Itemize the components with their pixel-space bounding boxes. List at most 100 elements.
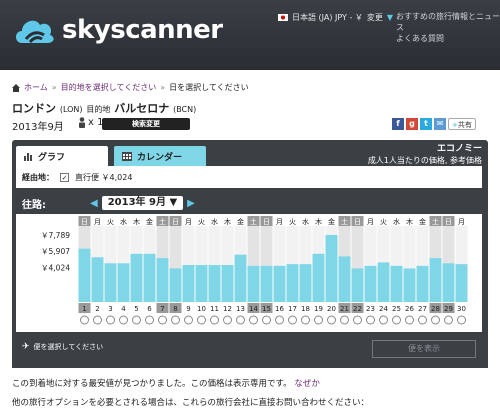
change-link[interactable]: 変更 [367,12,383,23]
info-message-2: 他の旅行オプションを必要とされる場合は、これらの旅行会社に直接お問い合わせくださ… [12,398,370,408]
twitter-icon[interactable]: t [420,118,432,130]
breadcrumb-destination[interactable]: 目的地を選択してください [61,82,157,93]
day-radio [223,315,232,325]
weekday-label: 月 [185,218,192,226]
weekday-label: 火 [380,218,387,226]
price-bar-day-18[interactable] [299,264,312,302]
breadcrumb-separator-icon: » [51,83,57,92]
price-bar-day-10[interactable] [195,265,208,302]
cabin-class: エコノミー [436,144,482,154]
price-bar-day-6[interactable] [143,253,156,302]
tab-graph[interactable]: グラフ [16,146,108,166]
day-radio [366,315,375,325]
weekday-label: 水 [302,217,309,226]
outbound-label: 往路: [22,199,46,211]
show-flights-button[interactable]: 便を表示 [372,340,476,358]
day-number: 1 [82,305,86,313]
month-select-value: 2013年 9月 [107,197,166,208]
price-bar-day-29[interactable] [442,263,455,302]
price-bar-day-4[interactable] [117,263,130,302]
direct-price-label: 直行便 ￥4,024 [75,172,133,182]
change-search-button[interactable]: 検索変更 [102,118,190,130]
day-number: 30 [457,305,466,313]
breadcrumb-home[interactable]: ホーム [24,82,48,93]
price-bar-day-3[interactable] [104,263,117,302]
price-bar-day-8[interactable] [169,268,182,302]
search-month: 2013年9月 [12,122,64,133]
price-bar-day-25[interactable] [390,265,403,302]
weekday-label: 日 [445,218,452,226]
price-bar-day-28[interactable] [429,258,442,302]
day-radio [379,315,388,325]
language-label: 日本語 (JA) JPY - ￥ [292,13,363,22]
weekday-label: 水 [120,217,127,226]
facebook-icon[interactable]: f [392,118,404,130]
person-icon [79,117,85,128]
why-link[interactable]: なぜか [294,379,320,389]
origin-city: ロンドン [12,102,56,115]
price-chart: 日 1 月 2 火 3 水 4 木 5 金 6 土 7 日 8 月 9 火 10 水 11 木 12 金 13 土 14 日 15 月 16 火… [16,214,482,332]
email-icon[interactable]: ✉ [434,118,446,130]
route-label: 経由地： [22,172,54,182]
weekday-label: 木 [315,217,322,226]
next-month-icon[interactable]: ▶ [187,198,195,209]
language-selector[interactable]: 日本語 (JA) JPY - ￥ 変更 ▼ [278,12,393,23]
day-number: 29 [444,305,453,313]
month-select[interactable]: 2013年 9月 ▼ [101,196,184,210]
price-bar-day-23[interactable] [364,265,377,302]
fare-info: エコノミー 成人1人当たりの価格, 参考価格 [330,143,482,166]
return-selector: ✈ 便を選択してください [22,342,103,352]
price-bar-day-20[interactable] [325,234,338,302]
price-bar-day-26[interactable] [403,268,416,302]
skyscanner-logo[interactable]: skyscanner [12,13,223,47]
price-bar-day-13[interactable] [234,254,247,302]
day-radio [288,315,297,325]
price-bar-day-17[interactable] [286,264,299,302]
prev-month-icon[interactable]: ◀ [90,198,98,209]
tab-calendar[interactable]: カレンダー [114,146,206,166]
weekday-label: 金 [419,217,426,226]
price-bar-day-21[interactable] [338,256,351,302]
day-number: 8 [173,305,177,313]
return-label: 便を選択してください [33,343,104,351]
direct-checkbox[interactable]: ✓ [60,172,69,182]
weekday-label: 日 [354,218,361,226]
price-bar-day-12[interactable] [221,265,234,302]
price-bar-day-16[interactable] [273,265,286,302]
day-number: 2 [95,305,99,313]
weekday-label: 火 [107,218,114,226]
price-bar-day-14[interactable] [247,265,260,302]
price-bar-day-19[interactable] [312,253,325,302]
japan-flag-icon [278,14,288,21]
google-plus-icon[interactable]: g [406,118,418,130]
travel-news-link[interactable]: おすすめの旅行情報とニュース [396,11,500,33]
price-bar-day-1[interactable] [78,248,91,302]
price-bar-day-15[interactable] [260,265,273,302]
weekday-label: 月 [276,218,283,226]
day-radio [340,315,349,325]
route-title: ロンドン (LON) 目的地 バルセロナ (BCN) [12,100,196,116]
breadcrumb-separator-icon: » [160,83,166,92]
day-number: 17 [288,305,297,313]
price-bar-day-27[interactable] [416,265,429,302]
price-bar-day-30[interactable] [455,264,468,302]
price-chart-svg: 日 1 月 2 火 3 水 4 木 5 金 6 土 7 日 8 月 9 火 10 水 11 木 12 金 13 土 14 日 15 月 16 火… [41,216,468,325]
price-bar-day-2[interactable] [91,257,104,302]
day-radio [418,315,427,325]
share-button[interactable]: +共有 [448,118,476,130]
price-bar-day-11[interactable] [208,265,221,302]
price-bar-day-5[interactable] [130,253,143,302]
price-bar-day-7[interactable] [156,258,169,302]
brand-name: skyscanner [62,15,223,45]
weekday-label: 水 [393,217,400,226]
weekday-label: 火 [198,218,205,226]
day-number: 10 [197,305,206,313]
price-bar-day-22[interactable] [351,268,364,302]
weekday-label: 土 [341,217,348,226]
faq-link[interactable]: よくある質問 [396,33,500,44]
price-bar-day-9[interactable] [182,265,195,302]
price-bar-day-24[interactable] [377,262,390,302]
weekday-label: 金 [328,217,335,226]
day-number: 5 [134,305,138,313]
day-number: 18 [301,305,310,313]
